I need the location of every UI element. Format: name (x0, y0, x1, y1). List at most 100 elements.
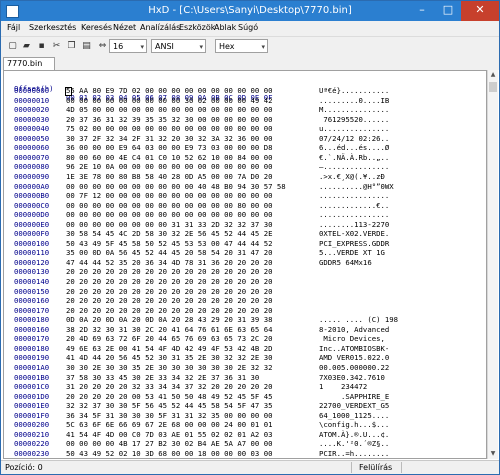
hex-row-bytes[interactable]: 20 20 20 20 20 20 20 20 20 20 20 20 20 2… (66, 296, 272, 306)
hex-row-ascii[interactable] (319, 306, 389, 316)
hex-row-ascii[interactable]: .............€.. (319, 201, 389, 211)
hex-row-ascii[interactable]: 8-2010, Advanced (319, 325, 389, 335)
hex-row-bytes[interactable]: 20 20 20 20 20 20 20 20 20 20 20 20 20 2… (66, 277, 272, 287)
hex-row-bytes[interactable]: 00 00 00 00 00 00 00 00 31 31 33 2D 32 3… (66, 220, 272, 230)
hex-row-bytes[interactable]: 49 6E 63 2E 00 41 54 4F 4D 42 49 4F 53 4… (66, 344, 272, 354)
hex-row-bytes[interactable]: 30 58 54 45 4C 2D 58 30 32 2E 56 45 52 4… (66, 229, 272, 239)
scroll-down-icon[interactable]: ▼ (488, 449, 498, 459)
hex-row-ascii[interactable]: PCI_EXPRESS.GDDR (319, 239, 389, 249)
hex-row-bytes[interactable]: 00 00 00 00 4B 17 27 B2 30 02 B4 AE 5A A… (66, 439, 272, 449)
hex-row-bytes[interactable]: 20 20 20 20 20 20 20 20 20 20 20 20 20 2… (66, 287, 272, 297)
minimize-button[interactable]: – (409, 1, 435, 21)
hex-row-bytes[interactable]: 41 4D 44 20 56 45 52 30 31 35 2E 30 32 3… (66, 353, 272, 363)
scroll-up-icon[interactable]: ▲ (488, 70, 498, 80)
hex-row-bytes[interactable]: 36 34 5F 31 30 30 30 5F 31 31 32 35 00 0… (66, 411, 272, 421)
hex-row-ascii[interactable]: GDDR5 64Mx16 (319, 258, 389, 268)
hex-row-ascii[interactable]: u............... (319, 124, 389, 134)
close-button[interactable]: ✕ (461, 1, 499, 21)
hex-row-ascii[interactable]: ................ (319, 210, 389, 220)
hex-row-ascii[interactable]: €.`.NÄ.À.Rb..„.. (319, 153, 389, 163)
hex-row-bytes[interactable]: 38 2D 32 30 31 30 2C 20 41 64 76 61 6E 6… (66, 325, 272, 335)
hex-row-ascii[interactable]: Uª€é}........... (319, 86, 389, 96)
hex-row-ascii[interactable]: 5...VERDE XT 1G (319, 248, 389, 258)
hex-row-bytes[interactable]: 47 44 44 52 35 20 36 34 4D 78 31 36 20 2… (66, 258, 272, 268)
menu-window[interactable]: Ablak (214, 23, 236, 32)
hex-row-ascii[interactable] (319, 287, 389, 297)
title-bar[interactable]: HxD - [C:\Users\Sanyi\Desktop\7770.bin] … (1, 1, 499, 21)
hex-row-bytes[interactable]: 75 02 00 00 00 00 00 00 00 00 00 00 00 0… (66, 124, 272, 134)
hex-row-bytes[interactable]: 00 00 00 00 00 00 00 00 00 00 00 00 00 8… (66, 201, 272, 211)
hex-row-bytes[interactable]: 31 20 20 20 20 32 33 34 34 37 32 20 20 2… (66, 382, 272, 392)
hex-row-ascii[interactable]: –............... (319, 162, 389, 172)
menu-analysis[interactable]: Analízálás (140, 23, 180, 32)
vertical-scrollbar[interactable]: ▲ ▼ (487, 70, 498, 459)
hex-row-bytes[interactable]: 55 AA 80 E9 7D 02 00 00 00 00 00 00 00 0… (66, 86, 272, 96)
hex-row-ascii[interactable]: .SAPPHIRE_E (319, 392, 389, 402)
hex-row-bytes[interactable]: 20 20 20 20 20 20 20 20 20 20 20 20 20 2… (66, 306, 272, 316)
hex-row-ascii[interactable]: 64_1000_1125.... (319, 411, 389, 421)
hex-row-bytes[interactable]: 20 4D 69 63 72 6F 20 44 65 76 69 63 65 7… (66, 334, 272, 344)
hex-row-ascii[interactable]: Micro Devices, (319, 334, 389, 344)
hex-row-bytes[interactable]: 00 7F 12 00 00 00 00 00 00 00 00 00 00 0… (66, 191, 272, 201)
hex-row-bytes[interactable]: 20 20 20 20 20 20 20 20 20 20 20 20 20 2… (66, 267, 272, 277)
hex-row-bytes[interactable]: 96 2E 10 0A 00 00 00 00 00 00 00 00 00 0… (66, 162, 272, 172)
hex-row-ascii[interactable]: ................ (319, 191, 389, 201)
new-file-icon[interactable]: ▢ (7, 41, 18, 52)
charset-select[interactable]: ANSI ▾ (151, 39, 206, 53)
hex-row-ascii[interactable]: Inc..ATOMBIOSBK- (319, 344, 389, 354)
hex-row-ascii[interactable]: ..... .... (C) 198 (319, 315, 398, 325)
open-folder-icon[interactable]: ▰ (21, 41, 32, 52)
hex-row-ascii[interactable]: 1 234472 (319, 382, 389, 392)
hex-row-ascii[interactable]: .........0....IB (319, 96, 389, 106)
hex-row-bytes[interactable]: 1E 3E 78 00 80 B8 58 40 28 0D A5 00 00 7… (66, 172, 272, 182)
maximize-button[interactable]: □ (435, 1, 461, 21)
hex-row-bytes[interactable]: 35 00 0D 0A 56 45 52 44 45 20 58 54 20 3… (66, 248, 272, 258)
hex-row-ascii[interactable]: ....K.'²0.´®Z§.. (319, 439, 389, 449)
hex-row-bytes[interactable]: 30 30 2E 30 30 35 2E 30 30 30 30 30 30 2… (66, 363, 272, 373)
hex-row-bytes[interactable]: 32 32 37 30 30 5F 56 45 52 44 45 58 54 5… (66, 401, 272, 411)
hex-row-bytes[interactable]: 4D 05 00 00 00 00 00 00 00 00 00 00 00 0… (66, 105, 272, 115)
save-icon[interactable]: ▪ (36, 41, 47, 52)
hex-row-bytes[interactable]: 30 37 2F 32 34 2F 31 32 20 30 32 3A 32 3… (66, 134, 272, 144)
hex-row-ascii[interactable]: ATOM.À}.®.U...¢. (319, 430, 389, 440)
tab-7770-bin[interactable]: 7770.bin (3, 57, 55, 70)
hex-row-bytes[interactable]: 50 43 49 52 02 10 3D 68 00 00 18 00 00 0… (66, 449, 272, 459)
hex-row-ascii[interactable]: .>x.€¸X@(.¥..zÐ (319, 172, 389, 182)
menu-help[interactable]: Súgó (238, 23, 258, 32)
hex-row-bytes[interactable]: 00 00 00 00 00 00 00 00 00 30 02 00 00 0… (66, 96, 272, 106)
hex-row-ascii[interactable] (319, 267, 389, 277)
offset-base-select[interactable]: Hex ▾ (215, 39, 268, 53)
menu-edit[interactable]: Szerkesztés (29, 23, 76, 32)
hex-row-ascii[interactable]: 07/24/12 02:26.. (319, 134, 389, 144)
hex-row-bytes[interactable]: 0D 0A 20 0D 0A 20 0D 0A 20 28 43 29 20 3… (66, 315, 272, 325)
hex-row-ascii[interactable]: 22700_VERDEXT_G5 (319, 401, 389, 411)
paste-icon[interactable]: ▤ (81, 41, 92, 52)
bytes-per-row-select[interactable]: 16 ▾ (109, 39, 147, 53)
hex-row-bytes[interactable]: 20 37 36 31 32 39 35 35 32 30 00 00 00 0… (66, 115, 272, 125)
menu-search[interactable]: Keresés (81, 23, 112, 32)
hex-row-ascii[interactable]: AMD VER015.022.0 (319, 353, 389, 363)
menu-file[interactable]: Fájl (7, 23, 20, 32)
hex-editor[interactable]: Offset(h) 00 01 02 03 04 05 06 07 08 09 … (3, 70, 487, 467)
menu-view[interactable]: Nézet (113, 23, 136, 32)
hex-row-ascii[interactable]: \config.h...$... (319, 420, 389, 430)
hex-row-bytes[interactable]: 50 43 49 5F 45 58 50 52 45 53 53 00 47 4… (66, 239, 272, 249)
scroll-thumb[interactable] (489, 82, 497, 92)
hex-row-ascii[interactable]: 761295520...... (319, 115, 389, 125)
hex-row-ascii[interactable]: 0XTEL-X02.VERDE. (319, 229, 389, 239)
hex-row-bytes[interactable]: 36 00 00 00 E9 64 03 00 00 E9 73 03 00 0… (66, 143, 272, 153)
hex-row-bytes[interactable]: 20 20 20 20 20 00 53 41 50 50 48 49 52 4… (66, 392, 272, 402)
hex-row-ascii[interactable] (319, 296, 389, 306)
hex-row-ascii[interactable]: ........113-2270 (319, 220, 389, 230)
cut-icon[interactable]: ✂ (51, 41, 62, 52)
hex-row-ascii[interactable] (319, 277, 389, 287)
hex-row-ascii[interactable]: 00.005.000000.22 (319, 363, 389, 373)
hex-row-bytes[interactable]: 80 00 60 00 4E C4 01 C0 10 52 62 10 00 8… (66, 153, 272, 163)
menu-tools[interactable]: Eszközök (179, 23, 215, 32)
hex-row-ascii[interactable]: PCIR..=h........ (319, 449, 389, 459)
hex-row-bytes[interactable]: 37 58 30 33 45 30 2E 33 34 32 2E 37 36 3… (66, 373, 259, 383)
hex-row-ascii[interactable]: M............... (319, 105, 389, 115)
hex-row-ascii[interactable]: 7X03E0.342.7610 (319, 373, 385, 383)
copy-icon[interactable]: ❐ (66, 41, 77, 52)
hex-row-bytes[interactable]: 41 54 4F 4D 00 C0 7D 03 AE 01 55 02 02 0… (66, 430, 272, 440)
